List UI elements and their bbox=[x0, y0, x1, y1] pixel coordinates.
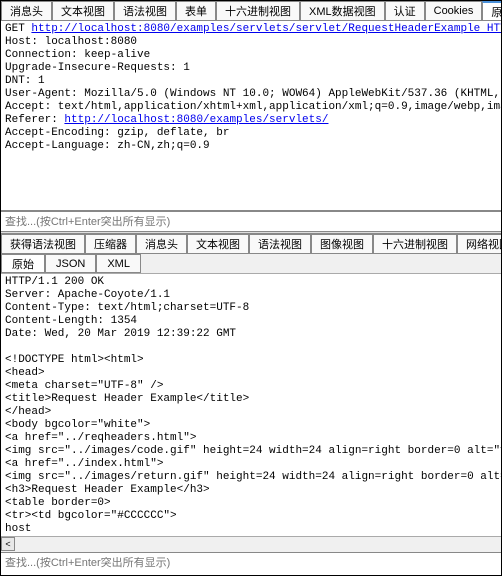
tab-transformer[interactable]: 压缩器 bbox=[85, 234, 136, 253]
tab-hex-view[interactable]: 十六进制视图 bbox=[216, 1, 300, 20]
scroll-left-button[interactable]: < bbox=[1, 537, 15, 551]
tab-resp-text[interactable]: 文本视图 bbox=[187, 234, 249, 253]
tab-raw[interactable]: 原始 bbox=[482, 1, 501, 20]
request-search-bar bbox=[1, 211, 501, 231]
response-search-input[interactable] bbox=[5, 557, 497, 569]
tab-resp-headers[interactable]: 消息头 bbox=[136, 234, 187, 253]
tab-xml-view[interactable]: XML数据视图 bbox=[300, 1, 385, 20]
tab-network-view[interactable]: 网络视图 bbox=[457, 234, 501, 253]
tab-image-view[interactable]: 图像视图 bbox=[311, 234, 373, 253]
tab-resp-syntax[interactable]: 语法视图 bbox=[249, 234, 311, 253]
tab-resp-hex[interactable]: 十六进制视图 bbox=[373, 234, 457, 253]
tab-form[interactable]: 表单 bbox=[176, 1, 216, 20]
tab-get-syntax[interactable]: 获得语法视图 bbox=[1, 234, 85, 253]
request-headers-block2: Accept-Encoding: gzip, deflate, br Accep… bbox=[5, 127, 229, 152]
response-subtab-bar: 原始 JSON XML bbox=[1, 254, 501, 274]
tab-cookies[interactable]: Cookies bbox=[425, 1, 483, 20]
subtab-raw[interactable]: 原始 bbox=[1, 254, 45, 273]
tab-auth[interactable]: 认证 bbox=[385, 1, 425, 20]
subtab-xml[interactable]: XML bbox=[96, 254, 141, 273]
response-scroll-bar[interactable]: < bbox=[1, 536, 501, 552]
request-url-link[interactable]: http://localhost:8080/examples/servlets/… bbox=[31, 23, 501, 35]
request-search-input[interactable] bbox=[5, 216, 497, 228]
request-tab-bar: 消息头 文本视图 语法视图 表单 十六进制视图 XML数据视图 认证 Cooki… bbox=[1, 1, 501, 21]
tab-text-view[interactable]: 文本视图 bbox=[52, 1, 114, 20]
response-tab-bar: 获得语法视图 压缩器 消息头 文本视图 语法视图 图像视图 十六进制视图 网络视… bbox=[1, 234, 501, 254]
response-body-text: HTTP/1.1 200 OK Server: Apache-Coyote/1.… bbox=[5, 276, 501, 536]
request-raw-pane[interactable]: GET http://localhost:8080/examples/servl… bbox=[1, 21, 501, 211]
request-headers-block1: Host: localhost:8080 Connection: keep-al… bbox=[5, 36, 501, 126]
subtab-json[interactable]: JSON bbox=[45, 254, 96, 273]
referer-link[interactable]: http://localhost:8080/examples/servlets/ bbox=[64, 114, 328, 126]
http-method: GET bbox=[5, 23, 31, 35]
response-search-bar bbox=[1, 552, 501, 572]
tab-headers[interactable]: 消息头 bbox=[1, 1, 52, 20]
response-raw-pane[interactable]: HTTP/1.1 200 OK Server: Apache-Coyote/1.… bbox=[1, 274, 501, 536]
tab-syntax-view[interactable]: 语法视图 bbox=[114, 1, 176, 20]
